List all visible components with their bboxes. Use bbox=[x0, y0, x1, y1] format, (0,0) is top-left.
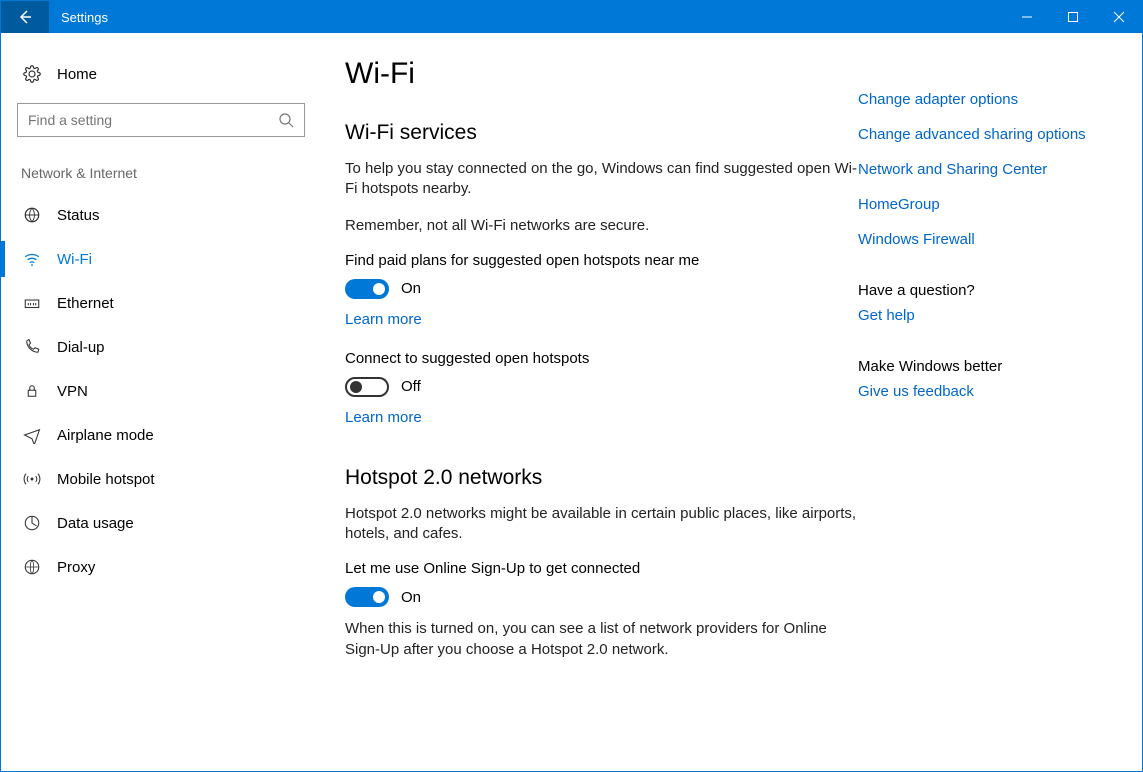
connect-suggested-label: Connect to suggested open hotspots bbox=[345, 350, 858, 367]
titlebar: Settings bbox=[1, 1, 1142, 33]
link-network-sharing-center[interactable]: Network and Sharing Center bbox=[858, 161, 1118, 178]
paid-plans-label: Find paid plans for suggested open hotsp… bbox=[345, 252, 858, 269]
sidebar-item-label: Ethernet bbox=[57, 295, 114, 312]
sidebar-item-wifi[interactable]: Wi-Fi bbox=[17, 237, 305, 281]
online-signup-state: On bbox=[401, 589, 421, 606]
wifi-services-intro: To help you stay connected on the go, Wi… bbox=[345, 159, 858, 200]
home-button[interactable]: Home bbox=[17, 57, 305, 91]
wifi-icon bbox=[21, 250, 43, 268]
sidebar-item-label: Mobile hotspot bbox=[57, 471, 155, 488]
sidebar-item-proxy[interactable]: Proxy bbox=[17, 545, 305, 589]
sidebar-item-ethernet[interactable]: Ethernet bbox=[17, 281, 305, 325]
search-icon bbox=[278, 112, 294, 128]
sidebar-item-airplane[interactable]: Airplane mode bbox=[17, 413, 305, 457]
sidebar-item-vpn[interactable]: VPN bbox=[17, 369, 305, 413]
sidebar-item-datausage[interactable]: Data usage bbox=[17, 501, 305, 545]
link-change-adapter[interactable]: Change adapter options bbox=[858, 91, 1118, 108]
section-hotspot2-heading: Hotspot 2.0 networks bbox=[345, 466, 858, 490]
home-label: Home bbox=[57, 66, 97, 83]
data-icon bbox=[21, 514, 43, 532]
gear-icon bbox=[21, 65, 43, 83]
main-content: Wi-Fi Wi-Fi services To help you stay co… bbox=[345, 57, 858, 771]
window-controls bbox=[1004, 1, 1142, 33]
sidebar-item-label: Data usage bbox=[57, 515, 134, 532]
status-icon bbox=[21, 206, 43, 224]
airplane-icon bbox=[21, 426, 43, 444]
sidebar-item-label: Wi-Fi bbox=[57, 251, 92, 268]
link-get-help[interactable]: Get help bbox=[858, 307, 1118, 324]
ethernet-icon bbox=[21, 294, 43, 312]
section-wifi-services-heading: Wi-Fi services bbox=[345, 121, 858, 145]
vpn-icon bbox=[21, 382, 43, 400]
sidebar-item-label: Proxy bbox=[57, 559, 95, 576]
sidebar-item-label: Dial-up bbox=[57, 339, 105, 356]
sidebar-item-hotspot[interactable]: Mobile hotspot bbox=[17, 457, 305, 501]
link-windows-firewall[interactable]: Windows Firewall bbox=[858, 231, 1118, 248]
search-input[interactable] bbox=[28, 112, 278, 128]
sidebar-item-label: Airplane mode bbox=[57, 427, 154, 444]
connect-suggested-learn-more-link[interactable]: Learn more bbox=[345, 409, 858, 426]
sidebar-item-dialup[interactable]: Dial-up bbox=[17, 325, 305, 369]
better-heading: Make Windows better bbox=[858, 358, 1118, 375]
arrow-left-icon bbox=[17, 9, 33, 25]
sidebar-item-label: Status bbox=[57, 207, 100, 224]
link-advanced-sharing[interactable]: Change advanced sharing options bbox=[858, 126, 1118, 143]
online-signup-label: Let me use Online Sign-Up to get connect… bbox=[345, 560, 858, 577]
related-links: Change adapter options Change advanced s… bbox=[858, 57, 1118, 771]
question-heading: Have a question? bbox=[858, 282, 1118, 299]
hotspot2-footer: When this is turned on, you can see a li… bbox=[345, 619, 858, 660]
page-title: Wi-Fi bbox=[345, 57, 858, 91]
paid-plans-toggle[interactable] bbox=[345, 279, 389, 299]
sidebar-item-label: VPN bbox=[57, 383, 88, 400]
hotspot2-intro: Hotspot 2.0 networks might be available … bbox=[345, 504, 858, 545]
search-box[interactable] bbox=[17, 103, 305, 137]
hotspot-icon bbox=[21, 470, 43, 488]
online-signup-toggle[interactable] bbox=[345, 587, 389, 607]
maximize-button[interactable] bbox=[1050, 1, 1096, 33]
connect-suggested-state: Off bbox=[401, 378, 421, 395]
back-button[interactable] bbox=[1, 1, 49, 33]
connect-suggested-toggle[interactable] bbox=[345, 377, 389, 397]
sidebar: Home Network & Internet Status Wi-Fi Eth… bbox=[1, 33, 321, 771]
window-title: Settings bbox=[49, 10, 1004, 25]
close-button[interactable] bbox=[1096, 1, 1142, 33]
proxy-icon bbox=[21, 558, 43, 576]
paid-plans-state: On bbox=[401, 280, 421, 297]
phone-icon bbox=[21, 338, 43, 356]
link-feedback[interactable]: Give us feedback bbox=[858, 383, 1118, 400]
link-homegroup[interactable]: HomeGroup bbox=[858, 196, 1118, 213]
sidebar-item-status[interactable]: Status bbox=[17, 193, 305, 237]
wifi-services-note: Remember, not all Wi-Fi networks are sec… bbox=[345, 216, 858, 236]
paid-plans-learn-more-link[interactable]: Learn more bbox=[345, 311, 858, 328]
minimize-button[interactable] bbox=[1004, 1, 1050, 33]
category-label: Network & Internet bbox=[17, 165, 305, 181]
